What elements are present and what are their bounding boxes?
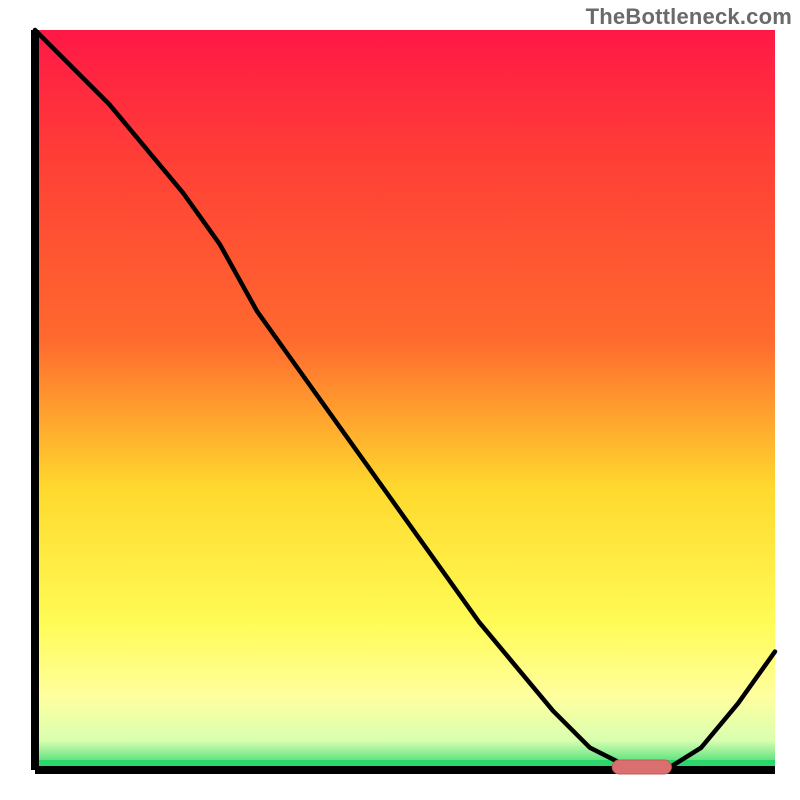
bottleneck-chart bbox=[0, 0, 800, 800]
plot-background bbox=[35, 30, 775, 770]
chart-container: TheBottleneck.com bbox=[0, 0, 800, 800]
optimum-marker bbox=[612, 760, 671, 774]
watermark-text: TheBottleneck.com bbox=[586, 4, 792, 30]
